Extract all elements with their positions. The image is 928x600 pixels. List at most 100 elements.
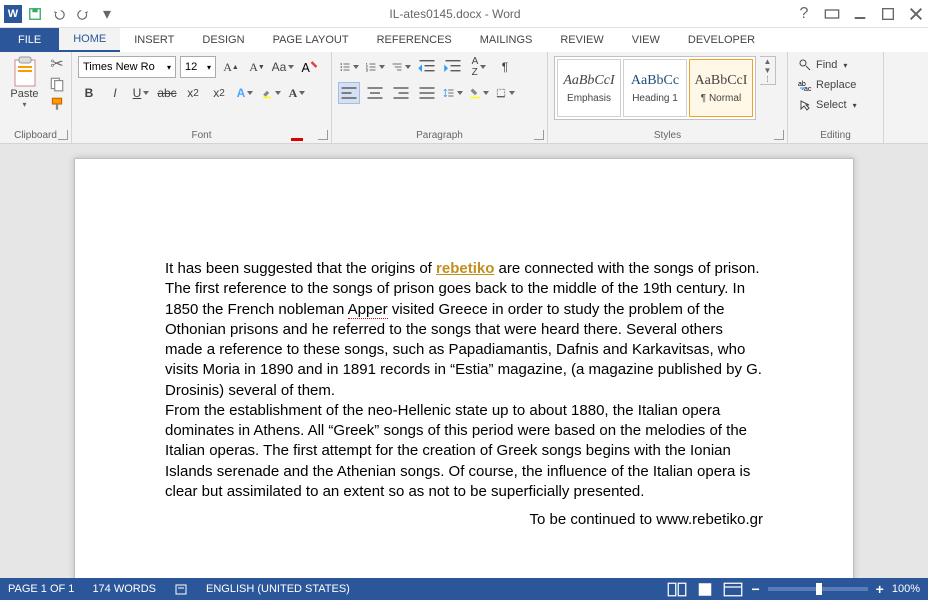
zoom-in-button[interactable]: +	[876, 581, 884, 597]
undo-icon[interactable]	[52, 7, 66, 21]
format-painter-icon[interactable]	[49, 96, 65, 112]
align-left-icon[interactable]	[338, 82, 360, 104]
tab-mailings[interactable]: MAILINGS	[466, 28, 547, 52]
paste-button[interactable]: Paste ▾	[6, 56, 43, 109]
grow-font-icon[interactable]: A▲	[220, 56, 242, 78]
styles-dialog-launcher[interactable]	[774, 130, 784, 140]
body-text: It has been suggested that the origins o…	[165, 260, 436, 277]
close-icon[interactable]	[908, 6, 924, 22]
numbering-icon[interactable]: 123	[364, 56, 386, 78]
styles-gallery-nav: ▲ ▼ ⁞	[760, 56, 776, 85]
multilevel-list-icon[interactable]	[390, 56, 412, 78]
zoom-out-button[interactable]: −	[751, 581, 759, 597]
sort-icon[interactable]: AZ	[468, 56, 490, 78]
paragraph-2[interactable]: From the establishment of the neo-Hellen…	[165, 401, 763, 502]
print-layout-icon[interactable]	[695, 581, 715, 597]
cut-icon[interactable]: ✂	[49, 56, 65, 72]
style-name: ¶ Normal	[701, 93, 741, 104]
tab-insert[interactable]: INSERT	[120, 28, 188, 52]
ribbon: Paste ▾ ✂ Clipboard Times New Ro▾ 12▾ A▲…	[0, 52, 928, 144]
font-color-icon[interactable]: A	[286, 82, 308, 104]
read-mode-icon[interactable]	[667, 581, 687, 597]
align-right-icon[interactable]	[390, 82, 412, 104]
bullets-icon[interactable]	[338, 56, 360, 78]
font-family-select[interactable]: Times New Ro▾	[78, 56, 176, 78]
styles-scroll-up-icon[interactable]: ▲	[760, 57, 775, 66]
style-normal[interactable]: AaBbCcI ¶ Normal	[689, 59, 753, 117]
tab-home[interactable]: HOME	[59, 28, 120, 52]
select-button[interactable]: Select▾	[794, 96, 877, 114]
style-emphasis[interactable]: AaBbCcI Emphasis	[557, 59, 621, 117]
zoom-slider-thumb[interactable]	[816, 583, 822, 595]
text-effects-icon[interactable]: A	[234, 82, 256, 104]
word-app-icon: W	[4, 5, 22, 23]
find-icon	[798, 58, 812, 72]
subscript-icon[interactable]: x2	[182, 82, 204, 104]
clear-formatting-icon[interactable]: A	[298, 56, 320, 78]
status-language[interactable]: ENGLISH (UNITED STATES)	[206, 583, 350, 595]
italic-icon[interactable]: I	[104, 82, 126, 104]
paragraph-continued[interactable]: To be continued to www.rebetiko.gr	[165, 510, 763, 530]
status-spellcheck-icon[interactable]	[174, 582, 188, 596]
group-font: Times New Ro▾ 12▾ A▲ A▼ Aa A B I U abc x…	[72, 52, 332, 143]
tab-page-layout[interactable]: PAGE LAYOUT	[259, 28, 363, 52]
ribbon-tabs: FILE HOME INSERT DESIGN PAGE LAYOUT REFE…	[0, 28, 928, 52]
misspelled-word[interactable]: Apper	[348, 301, 388, 319]
svg-text:3: 3	[366, 69, 368, 73]
find-button[interactable]: Find▾	[794, 56, 877, 74]
status-bar: PAGE 1 OF 1 174 WORDS ENGLISH (UNITED ST…	[0, 578, 928, 600]
styles-expand-icon[interactable]: ⁞	[760, 75, 775, 84]
minimize-icon[interactable]	[852, 6, 868, 22]
underline-icon[interactable]: U	[130, 82, 152, 104]
paste-label: Paste	[10, 88, 38, 100]
document-area[interactable]: It has been suggested that the origins o…	[0, 144, 928, 578]
replace-button[interactable]: abacReplace	[794, 76, 877, 94]
tab-view[interactable]: VIEW	[618, 28, 674, 52]
line-spacing-icon[interactable]	[442, 82, 464, 104]
status-word-count[interactable]: 174 WORDS	[92, 583, 156, 595]
strikethrough-icon[interactable]: abc	[156, 82, 178, 104]
align-center-icon[interactable]	[364, 82, 386, 104]
tab-references[interactable]: REFERENCES	[363, 28, 466, 52]
justify-icon[interactable]	[416, 82, 438, 104]
status-page[interactable]: PAGE 1 OF 1	[8, 583, 74, 595]
shrink-font-icon[interactable]: A▼	[246, 56, 268, 78]
tab-design[interactable]: DESIGN	[188, 28, 258, 52]
clipboard-dialog-launcher[interactable]	[58, 130, 68, 140]
font-size-select[interactable]: 12▾	[180, 56, 216, 78]
styles-gallery: AaBbCcI Emphasis AaBbCc Heading 1 AaBbCc…	[554, 56, 756, 120]
copy-icon[interactable]	[49, 76, 65, 92]
paragraph-dialog-launcher[interactable]	[534, 130, 544, 140]
change-case-icon[interactable]: Aa	[272, 56, 294, 78]
font-group-label: Font	[78, 128, 325, 143]
save-icon[interactable]	[28, 7, 42, 21]
hyperlink-rebetiko[interactable]: rebetiko	[436, 260, 494, 277]
web-layout-icon[interactable]	[723, 581, 743, 597]
style-heading-1[interactable]: AaBbCc Heading 1	[623, 59, 687, 117]
redo-icon[interactable]	[76, 7, 90, 21]
font-dialog-launcher[interactable]	[318, 130, 328, 140]
zoom-slider[interactable]	[768, 587, 868, 591]
tab-file[interactable]: FILE	[0, 28, 59, 52]
bold-icon[interactable]: B	[78, 82, 100, 104]
qat-menu-icon[interactable]: ▾	[100, 7, 114, 21]
decrease-indent-icon[interactable]	[416, 56, 438, 78]
borders-icon[interactable]	[494, 82, 516, 104]
ribbon-display-icon[interactable]	[824, 6, 840, 22]
document-page[interactable]: It has been suggested that the origins o…	[74, 158, 854, 578]
superscript-icon[interactable]: x2	[208, 82, 230, 104]
group-styles: AaBbCcI Emphasis AaBbCc Heading 1 AaBbCc…	[548, 52, 788, 143]
increase-indent-icon[interactable]	[442, 56, 464, 78]
help-icon[interactable]: ?	[796, 6, 812, 22]
zoom-level[interactable]: 100%	[892, 583, 920, 595]
highlight-icon[interactable]	[260, 82, 282, 104]
tab-developer[interactable]: DEVELOPER	[674, 28, 769, 52]
maximize-icon[interactable]	[880, 6, 896, 22]
tab-review[interactable]: REVIEW	[546, 28, 617, 52]
paragraph-group-label: Paragraph	[338, 128, 541, 143]
title-bar: W ▾ IL-ates0145.docx - Word ?	[0, 0, 928, 28]
paragraph-1[interactable]: It has been suggested that the origins o…	[165, 259, 763, 401]
shading-icon[interactable]	[468, 82, 490, 104]
show-hide-paragraph-icon[interactable]: ¶	[494, 56, 516, 78]
styles-scroll-down-icon[interactable]: ▼	[760, 66, 775, 75]
